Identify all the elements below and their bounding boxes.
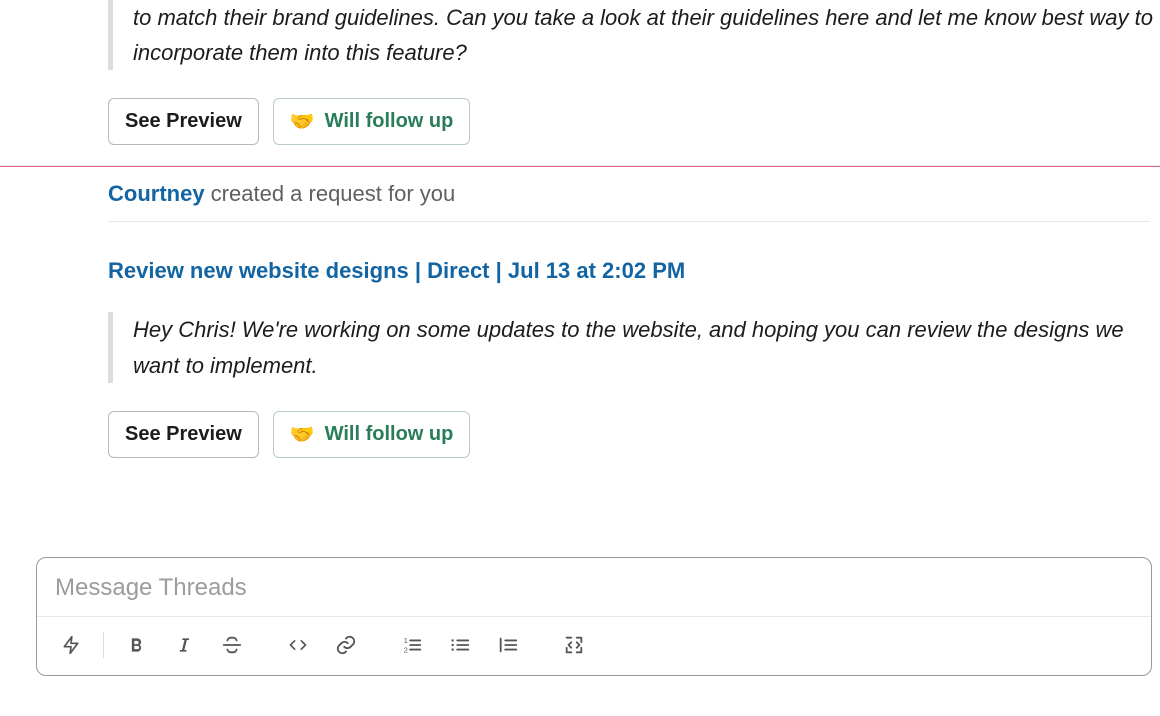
svg-text:1: 1 bbox=[404, 636, 408, 645]
strikethrough-icon[interactable] bbox=[208, 625, 256, 665]
request-title-link[interactable]: Review new website designs | Direct | Ju… bbox=[108, 222, 1160, 312]
italic-icon[interactable] bbox=[160, 625, 208, 665]
bold-icon[interactable] bbox=[112, 625, 160, 665]
handshake-icon: 🤝 bbox=[290, 109, 315, 134]
see-preview-button[interactable]: See Preview bbox=[108, 411, 259, 458]
will-follow-up-button[interactable]: 🤝 Will follow up bbox=[273, 98, 471, 145]
request-header-text: created a request for you bbox=[205, 181, 456, 206]
message-quote: to match their brand guidelines. Can you… bbox=[108, 0, 1160, 70]
code-block-icon[interactable] bbox=[550, 625, 598, 665]
will-follow-up-label: Will follow up bbox=[325, 110, 454, 133]
request-header: Courtney created a request for you bbox=[108, 167, 1150, 222]
message-quote: Hey Chris! We're working on some updates… bbox=[108, 312, 1160, 382]
svg-text:2: 2 bbox=[404, 645, 408, 654]
author-link[interactable]: Courtney bbox=[108, 181, 205, 206]
message-composer: Message Threads 12 bbox=[36, 557, 1152, 676]
link-icon[interactable] bbox=[322, 625, 370, 665]
composer-toolbar: 12 bbox=[37, 616, 1151, 675]
message-actions: See Preview 🤝 Will follow up bbox=[108, 411, 1160, 458]
blockquote-icon[interactable] bbox=[484, 625, 532, 665]
lightning-shortcut-icon[interactable] bbox=[47, 625, 95, 665]
code-icon[interactable] bbox=[274, 625, 322, 665]
handshake-icon: 🤝 bbox=[290, 422, 315, 447]
see-preview-button[interactable]: See Preview bbox=[108, 98, 259, 145]
toolbar-separator bbox=[103, 632, 104, 658]
will-follow-up-label: Will follow up bbox=[325, 423, 454, 446]
message-actions: See Preview 🤝 Will follow up bbox=[108, 98, 1160, 145]
bulleted-list-icon[interactable] bbox=[436, 625, 484, 665]
composer-input[interactable]: Message Threads bbox=[37, 558, 1151, 616]
will-follow-up-button[interactable]: 🤝 Will follow up bbox=[273, 411, 471, 458]
ordered-list-icon[interactable]: 12 bbox=[388, 625, 436, 665]
